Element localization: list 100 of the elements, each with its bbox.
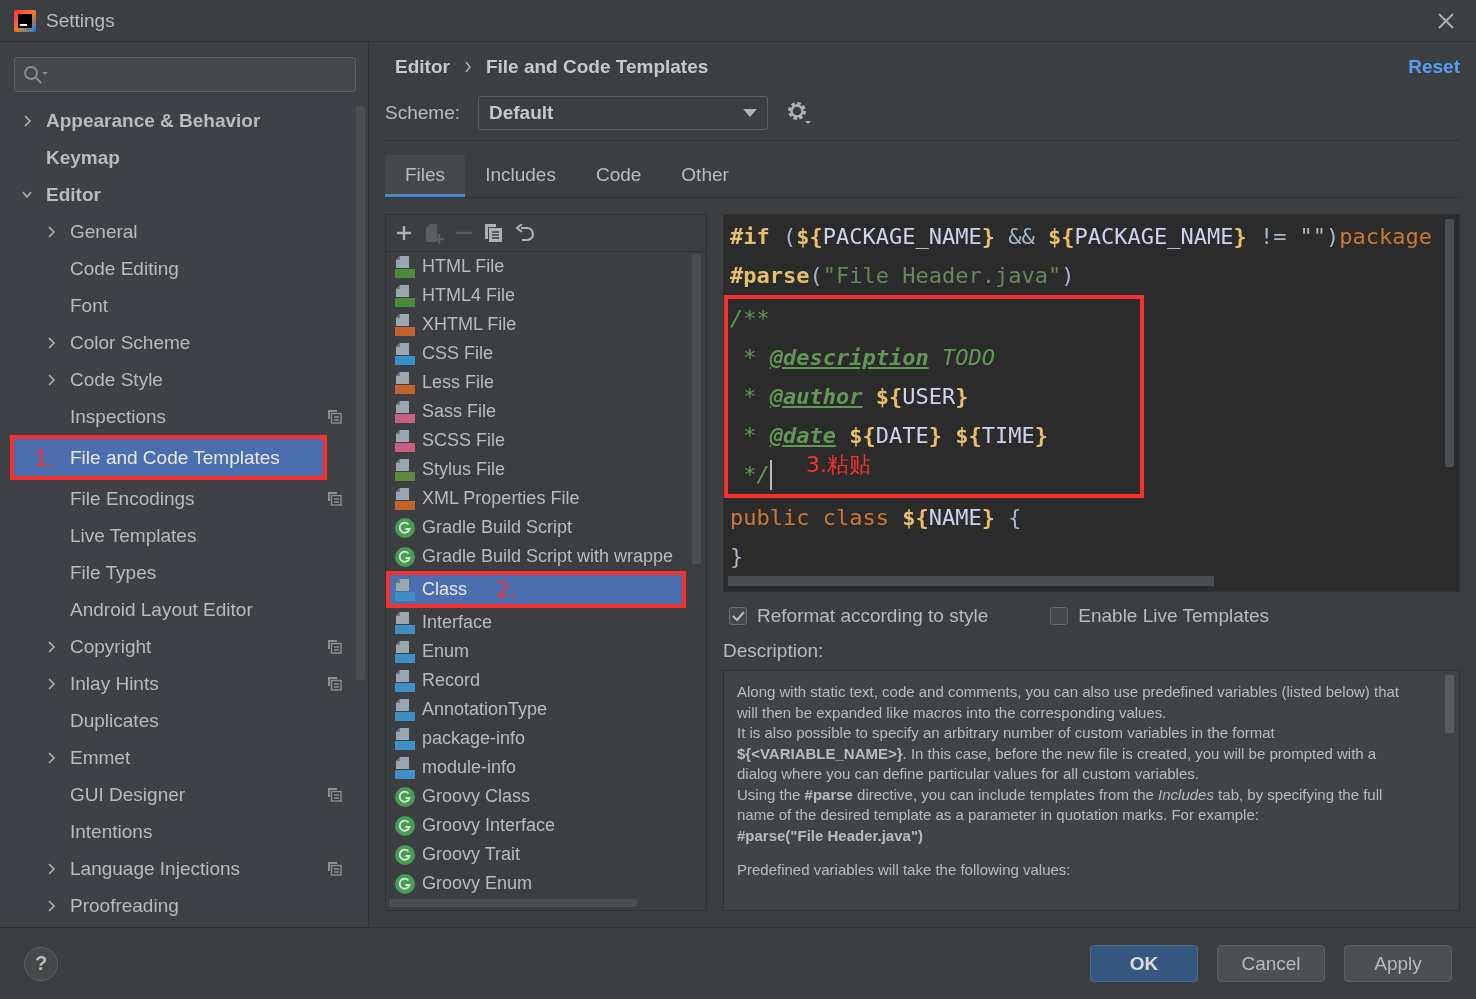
tree-item[interactable]: Proofreading [0,887,356,924]
file-icon [395,342,415,365]
tree-item[interactable]: Appearance & Behavior [0,102,356,139]
chevron-icon[interactable] [46,898,56,913]
search-icon [23,64,49,85]
tree-item[interactable]: Emmet [0,739,356,776]
file-icon [395,371,415,394]
template-item[interactable]: Gradle Build Script [386,513,692,542]
dropdown-arrow-icon [743,109,757,117]
undo-icon[interactable] [515,223,535,243]
template-item[interactable]: Record [386,666,692,695]
tree-item[interactable]: Intentions [0,813,356,850]
help-button[interactable]: ? [24,946,58,981]
template-item[interactable]: XHTML File [386,310,692,339]
tree-item[interactable]: Language Injections [0,850,356,887]
file-icon [395,487,415,510]
chevron-icon[interactable] [46,224,56,239]
file-icon [395,640,415,663]
scheme-label: Scheme: [385,102,460,124]
checkbox[interactable] [729,607,747,625]
template-item[interactable]: Groovy Enum [386,869,692,898]
tab[interactable]: Other [661,155,749,197]
description-paragraph: Using the #parse directive, you can include templates from the Includes tab, by specifying the full name of the desired template as a parameter in quotation marks. For example: [737,784,1384,825]
scrollbar[interactable] [1445,675,1454,733]
template-item[interactable]: package-info [386,724,692,753]
dialog-button[interactable]: Apply [1344,945,1452,982]
description-paragraph: #parse("File Header.java") [737,825,924,846]
file-icon [395,400,415,423]
tree-item[interactable]: Copyright [0,628,356,665]
template-item[interactable]: module-info [386,753,692,782]
tree-item[interactable]: Keymap [0,139,356,176]
code-line: #if (${PACKAGE_NAME} && ${PACKAGE_NAME} != "")package [730,224,1433,249]
chevron-icon[interactable] [46,861,56,876]
code-editor[interactable]: #if (${PACKAGE_NAME} && ${PACKAGE_NAME} != "")package #parse("File Header.java") /** * @description TODO * @author ${USER} * @date ${DATE} ${TIME} */ 3.粘贴 public class ${NAME} { } [723,214,1460,592]
tree-item[interactable]: Font [0,287,356,324]
chevron-icon[interactable] [46,676,56,691]
code-line: * @date ${DATE} ${TIME} [742,423,1048,448]
tree-item[interactable]: Editor [0,176,356,213]
tab[interactable]: Includes [465,155,576,197]
template-item[interactable]: Interface [386,608,692,637]
template-item[interactable]: Enum [386,637,692,666]
tree-item[interactable]: File Types [0,554,356,591]
copy-icon[interactable] [484,223,503,243]
template-item[interactable]: SCSS File [386,426,692,455]
tree-item[interactable]: GUI Designer [0,776,356,813]
close-icon[interactable] [1438,12,1454,29]
breadcrumb-item: Editor [395,56,450,78]
annotation-label: 1. [34,446,55,471]
template-item[interactable]: Groovy Trait [386,840,692,869]
description-label: Description: [723,640,825,662]
file-icon [395,578,415,601]
tree-item[interactable]: Live Templates [0,517,356,554]
template-item[interactable]: XML Properties File [386,484,692,513]
tab[interactable]: Code [575,155,662,197]
tree-item[interactable]: Inspections [0,398,356,435]
tree-item[interactable]: Android Layout Editor [0,591,356,628]
template-item[interactable]: HTML4 File [386,281,692,310]
plus-icon[interactable] [396,225,412,241]
tree-item[interactable]: File Encodings [0,480,356,517]
tree-item[interactable]: Color Scheme [0,324,356,361]
dialog-button[interactable]: Cancel [1217,945,1325,982]
file-icon [395,458,415,481]
annotation-label: 2. [496,577,517,602]
reset-link[interactable]: Reset [1408,56,1460,78]
code-line: public class ${NAME} { [730,505,1022,530]
chevron-icon[interactable] [46,750,56,765]
tree-item[interactable]: Duplicates [0,702,356,739]
template-item[interactable]: HTML File [386,252,692,281]
tree-item[interactable]: Inlay Hints [0,665,356,702]
description-paragraph: It is also possible to specify an arbitrary number of custom variables in the format ${<VARIABLE_NAME>}. In this case, before the new file is created, you will be prompted with a dialog where you can define particular values for all custom variables. [737,723,1378,784]
template-item[interactable]: AnnotationType [386,695,692,724]
template-item[interactable]: Groovy Class [386,782,692,811]
template-item[interactable]: Sass File [386,397,692,426]
template-item[interactable]: Less File [386,368,692,397]
chevron-icon[interactable] [22,113,32,128]
template-item[interactable]: CSS File [386,339,692,368]
search-field[interactable] [14,57,356,92]
tree-item[interactable]: 1. File and Code Templates [14,439,323,476]
chevron-icon[interactable] [46,372,56,387]
scrollbar[interactable] [728,576,1214,586]
tree-item[interactable]: General [0,213,356,250]
file-icon [395,611,415,634]
settings-icon[interactable] [786,100,812,126]
gradle-icon [395,786,415,807]
tree-item[interactable]: Code Editing [0,250,356,287]
template-item[interactable]: Stylus File [386,455,692,484]
scrollbar[interactable] [1445,219,1454,467]
gradle-icon [395,873,415,894]
gradle-icon [395,815,415,836]
tree-item[interactable]: Code Style [0,361,356,398]
template-item[interactable]: Class 2. [390,575,682,604]
template-item[interactable]: Gradle Build Script with wrappe [386,542,692,571]
chevron-icon[interactable] [46,639,56,654]
scheme-dropdown[interactable]: Default [478,96,768,130]
template-item[interactable]: Groovy Interface [386,811,692,840]
chevron-icon[interactable] [46,335,56,350]
checkbox[interactable] [1050,607,1069,625]
app-logo-icon [14,9,36,32]
tab[interactable]: Files [385,155,466,197]
dialog-button[interactable]: OK [1090,945,1198,982]
